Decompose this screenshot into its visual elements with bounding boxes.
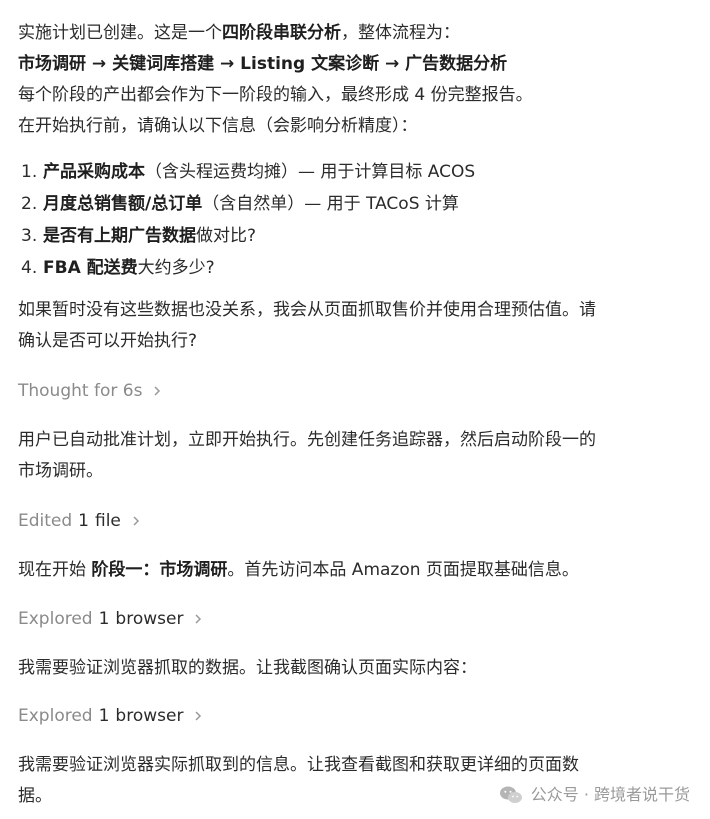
- message-line: 市场调研。: [18, 461, 103, 481]
- intro-line-4: 在开始执行前，请确认以下信息（会影响分析精度）：: [18, 116, 418, 136]
- list-item: 1. 产品采购成本（含头程运费均摊）— 用于计算目标 ACOS: [18, 156, 475, 188]
- list-item-text: （含头程运费均摊）— 用于计算目标 ACOS: [145, 162, 476, 182]
- explored-browser-toggle[interactable]: Explored 1 browser: [18, 604, 205, 634]
- list-number: 3.: [21, 226, 38, 246]
- chevron-right-icon: [133, 516, 139, 526]
- intro-bold: 四阶段串联分析: [222, 23, 341, 43]
- chevron-right-icon: [154, 386, 161, 396]
- flow-line: 市场调研 → 关键词库搭建 → Listing 文案诊断 → 广告数据分析: [18, 49, 700, 80]
- intro-text-suffix: ，整体流程为：: [341, 23, 460, 43]
- explored-verb: Explored: [18, 705, 93, 726]
- message-line: 我需要验证浏览器抓取的数据。让我截图确认页面实际内容：: [18, 658, 477, 678]
- explored-noun: browser: [115, 705, 184, 726]
- chevron-right-icon: [195, 614, 202, 624]
- explored-browser-toggle[interactable]: Explored 1 browser: [18, 701, 205, 731]
- assistant-message: 用户已自动批准计划，立即开始执行。先创建任务追踪器，然后启动阶段一的 市场调研。: [18, 425, 700, 487]
- message-line: 我需要验证浏览器实际抓取到的信息。让我查看截图和获取更详细的页面数: [18, 755, 579, 775]
- message-text: 现在开始: [18, 560, 92, 580]
- note-line-2: 确认是否可以开始执行?: [18, 331, 198, 351]
- list-item-text: 做对比?: [196, 226, 257, 246]
- chat-transcript: 实施计划已创建。这是一个四阶段串联分析，整体流程为： 市场调研 → 关键词库搭建…: [0, 0, 710, 819]
- note-line-1: 如果暂时没有这些数据也没关系，我会从页面抓取售价并使用合理预估值。请: [18, 300, 596, 320]
- list-item-text: （含自然单）— 用于 TACoS 计算: [202, 194, 459, 214]
- list-number: 2.: [21, 194, 38, 214]
- chevron-right-icon: [195, 711, 202, 721]
- list-item-text: 大约多少?: [137, 258, 215, 278]
- explored-verb: Explored: [18, 608, 93, 629]
- list-item-bold: FBA 配送费: [43, 258, 138, 278]
- flow-text: 市场调研 → 关键词库搭建 → Listing 文案诊断 → 广告数据分析: [18, 54, 508, 74]
- intro-line-1: 实施计划已创建。这是一个四阶段串联分析，整体流程为：: [18, 18, 700, 49]
- list-item-bold: 是否有上期广告数据: [43, 226, 196, 246]
- question-list: 1. 产品采购成本（含头程运费均摊）— 用于计算目标 ACOS 2. 月度总销售额/…: [18, 156, 475, 284]
- message-text: 。首先访问本品 Amazon 页面提取基础信息。: [227, 560, 579, 580]
- note-message: 如果暂时没有这些数据也没关系，我会从页面抓取售价并使用合理预估值。请 确认是否可…: [18, 295, 700, 357]
- edited-noun: file: [95, 510, 121, 531]
- explored-count: 1: [98, 608, 110, 629]
- edited-count: 1: [78, 510, 89, 531]
- list-item-bold: 产品采购成本: [43, 162, 145, 182]
- list-number: 1.: [21, 162, 38, 182]
- intro-line-3: 每个阶段的产出都会作为下一阶段的输入，最终形成 4 份完整报告。: [18, 85, 533, 105]
- edited-file-toggle[interactable]: Edited 1 file: [18, 506, 143, 536]
- explored-noun: browser: [115, 608, 184, 629]
- thought-label: Thought for 6s: [18, 380, 143, 401]
- message-bold: 阶段一：市场调研: [91, 560, 228, 580]
- assistant-message: 我需要验证浏览器抓取的数据。让我截图确认页面实际内容：: [18, 653, 700, 684]
- message-line: 现在开始 阶段一：市场调研。首先访问本品 Amazon 页面提取基础信息。: [18, 555, 700, 586]
- list-item: 2. 月度总销售额/总订单（含自然单）— 用于 TACoS 计算: [18, 188, 475, 220]
- list-item: 4. FBA 配送费大约多少?: [18, 252, 475, 284]
- thought-toggle[interactable]: Thought for 6s: [18, 376, 164, 406]
- assistant-message: 现在开始 阶段一：市场调研。首先访问本品 Amazon 页面提取基础信息。: [18, 555, 700, 586]
- list-item: 3. 是否有上期广告数据做对比?: [18, 220, 475, 252]
- message-line: 用户已自动批准计划，立即开始执行。先创建任务追踪器，然后启动阶段一的: [18, 430, 596, 450]
- plan-intro: 实施计划已创建。这是一个四阶段串联分析，整体流程为： 市场调研 → 关键词库搭建…: [18, 18, 700, 142]
- watermark-text: 公众号 · 跨境者说干货: [530, 785, 690, 804]
- list-number: 4.: [21, 258, 38, 278]
- edited-verb: Edited: [18, 510, 73, 531]
- watermark: 公众号 · 跨境者说干货: [498, 785, 690, 805]
- list-item-bold: 月度总销售额/总订单: [43, 194, 203, 214]
- wechat-icon: [499, 786, 522, 803]
- intro-text: 实施计划已创建。这是一个: [18, 23, 222, 43]
- explored-count: 1: [98, 705, 110, 726]
